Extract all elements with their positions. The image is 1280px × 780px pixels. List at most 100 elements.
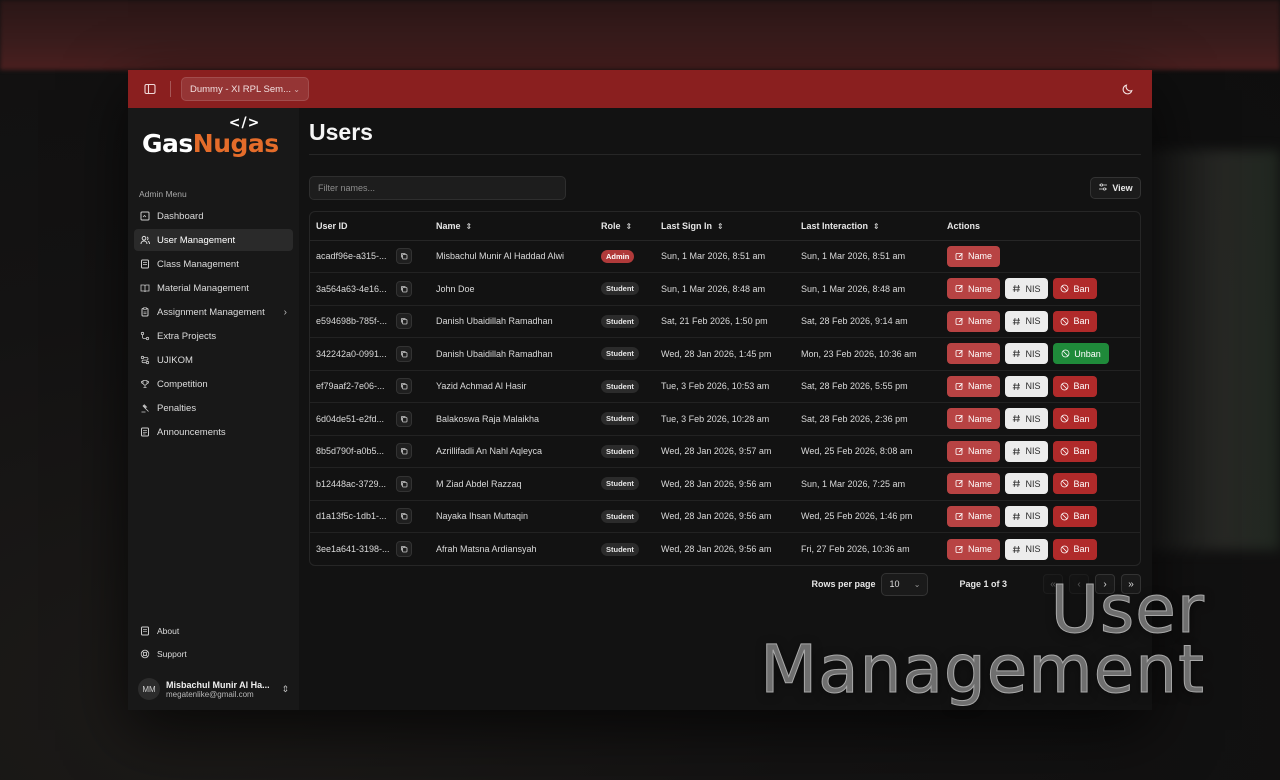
sort-icon: ⇕ <box>717 221 724 231</box>
role-badge: Student <box>601 444 639 458</box>
edit-nis-button[interactable]: NIS <box>1005 538 1048 560</box>
user-account-menu[interactable]: MM Misbachul Munir Al Ha... megatenlike@… <box>134 674 293 704</box>
edit-name-button[interactable]: Name <box>947 538 1000 560</box>
copy-icon[interactable] <box>396 508 412 525</box>
sidebar-item-assignment-management[interactable]: Assignment Management › <box>134 301 293 323</box>
edit-nis-label: NIS <box>1025 348 1041 359</box>
unban-button[interactable]: Unban <box>1053 343 1109 365</box>
user-id-text: 342242a0-0991... <box>316 348 387 359</box>
copy-icon[interactable] <box>396 280 412 297</box>
topbar-divider <box>170 81 171 97</box>
moon-icon[interactable] <box>1118 79 1138 99</box>
copy-icon[interactable] <box>396 475 412 492</box>
sidebar-item-ujikom[interactable]: UJIKOM <box>134 349 293 371</box>
dashboard-icon <box>139 210 151 222</box>
ban-button[interactable]: Ban <box>1053 538 1097 560</box>
ban-button[interactable]: Ban <box>1053 310 1097 332</box>
sidebar-item-extra-projects[interactable]: Extra Projects <box>134 325 293 347</box>
ban-label: Ban <box>1073 511 1090 522</box>
sidebar-item-dashboard[interactable]: Dashboard <box>134 205 293 227</box>
cell-user-id: 6d04de51-e2fd... <box>310 402 430 436</box>
edit-name-button[interactable]: Name <box>947 473 1000 495</box>
cell-role: Student <box>595 467 655 501</box>
sidebar-toggle-icon[interactable] <box>140 79 160 99</box>
sidebar-item-announcements[interactable]: Announcements <box>134 421 293 443</box>
ban-button[interactable]: Ban <box>1053 375 1097 397</box>
copy-icon[interactable] <box>396 378 412 395</box>
edit-nis-button[interactable]: NIS <box>1005 278 1048 300</box>
edit-name-button[interactable]: Name <box>947 408 1000 430</box>
sidebar-item-about[interactable]: About <box>134 620 293 641</box>
sidebar-item-class-management[interactable]: Class Management <box>134 253 293 275</box>
edit-nis-button[interactable]: NIS <box>1005 343 1048 365</box>
edit-nis-button[interactable]: NIS <box>1005 408 1048 430</box>
edit-name-button[interactable]: Name <box>947 375 1000 397</box>
column-header-name[interactable]: Name ⇕ <box>430 212 595 241</box>
edit-nis-button[interactable]: NIS <box>1005 375 1048 397</box>
sort-icon: ⇕ <box>625 221 633 231</box>
edit-name-button[interactable]: Name <box>947 245 1000 267</box>
users-icon <box>139 234 151 246</box>
edit-name-button[interactable]: Name <box>947 310 1000 332</box>
sidebar-item-support[interactable]: Support <box>134 643 293 664</box>
edit-nis-button[interactable]: NIS <box>1005 310 1048 332</box>
edit-nis-button[interactable]: NIS <box>1005 440 1048 462</box>
edit-nis-label: NIS <box>1025 511 1041 522</box>
edit-nis-button[interactable]: NIS <box>1005 505 1048 527</box>
ban-button[interactable]: Ban <box>1053 440 1097 462</box>
sidebar-item-competition[interactable]: Competition <box>134 373 293 395</box>
column-header-last-sign-in[interactable]: Last Sign In ⇕ <box>655 212 795 241</box>
edit-nis-button[interactable]: NIS <box>1005 473 1048 495</box>
ban-button[interactable]: Ban <box>1053 473 1097 495</box>
sidebar-item-material-management[interactable]: Material Management <box>134 277 293 299</box>
user-id-text: 8b5d790f-a0b5... <box>316 446 385 457</box>
sidebar-item-label: Announcements <box>157 426 226 438</box>
role-badge: Student <box>601 542 639 556</box>
view-options-button[interactable]: View <box>1090 177 1141 199</box>
copy-icon[interactable] <box>396 345 412 362</box>
user-id-text: d1a13f5c-1db1-... <box>316 511 387 522</box>
row-actions: Name NIS Ban <box>947 440 1140 462</box>
edit-name-button[interactable]: Name <box>947 505 1000 527</box>
user-info: Misbachul Munir Al Ha... megatenlike@gma… <box>166 680 281 699</box>
edit-name-button[interactable]: Name <box>947 278 1000 300</box>
row-actions: Name NIS Ban <box>947 538 1140 560</box>
ban-icon <box>1060 414 1069 423</box>
sidebar-item-label: Dashboard <box>157 210 204 222</box>
ban-icon <box>1060 317 1069 326</box>
edit-nis-label: NIS <box>1025 316 1041 327</box>
column-header-role[interactable]: Role ⇕ <box>595 212 655 241</box>
sidebar-item-penalties[interactable]: Penalties <box>134 397 293 419</box>
role-badge: Student <box>601 347 639 361</box>
megaphone-icon <box>139 426 151 438</box>
clipboard-icon <box>139 306 151 318</box>
copy-icon[interactable] <box>396 410 412 427</box>
ban-button[interactable]: Ban <box>1053 505 1097 527</box>
class-select[interactable]: Dummy - XI RPL Sem... ⌄ <box>181 77 309 101</box>
copy-icon[interactable] <box>396 313 412 330</box>
cell-user-id: b12448ac-3729... <box>310 467 430 501</box>
ban-button[interactable]: Ban <box>1053 408 1097 430</box>
copy-icon[interactable] <box>396 541 412 557</box>
cell-name: Afrah Matsna Ardiansyah <box>436 544 537 554</box>
title-divider <box>309 154 1141 155</box>
menu-heading: Admin Menu <box>139 189 187 199</box>
cell-last-sign-in: Wed, 28 Jan 2026, 9:56 am <box>661 544 772 554</box>
sidebar-item-user-management[interactable]: User Management <box>134 229 293 251</box>
edit-name-button[interactable]: Name <box>947 343 1000 365</box>
edit-icon <box>955 447 964 456</box>
table-body: acadf96e-a315-... Misbachul Munir Al Had… <box>310 240 1140 565</box>
ban-button[interactable]: Ban <box>1053 278 1097 300</box>
cell-last-interaction: Sun, 1 Mar 2026, 8:48 am <box>795 272 941 306</box>
cell-actions: Name NIS Ban <box>941 467 1140 501</box>
copy-icon[interactable] <box>396 443 412 460</box>
edit-icon <box>955 252 964 261</box>
row-actions: Name NIS Ban <box>947 278 1140 300</box>
cell-role: Student <box>595 435 655 468</box>
top-bar: Dummy - XI RPL Sem... ⌄ <box>128 70 1152 108</box>
filter-names-input[interactable] <box>309 176 566 200</box>
overlay-title-line2: Management <box>760 631 1205 708</box>
edit-name-button[interactable]: Name <box>947 440 1000 462</box>
column-header-last-interaction[interactable]: Last Interaction ⇕ <box>795 212 941 241</box>
copy-icon[interactable] <box>396 248 412 265</box>
